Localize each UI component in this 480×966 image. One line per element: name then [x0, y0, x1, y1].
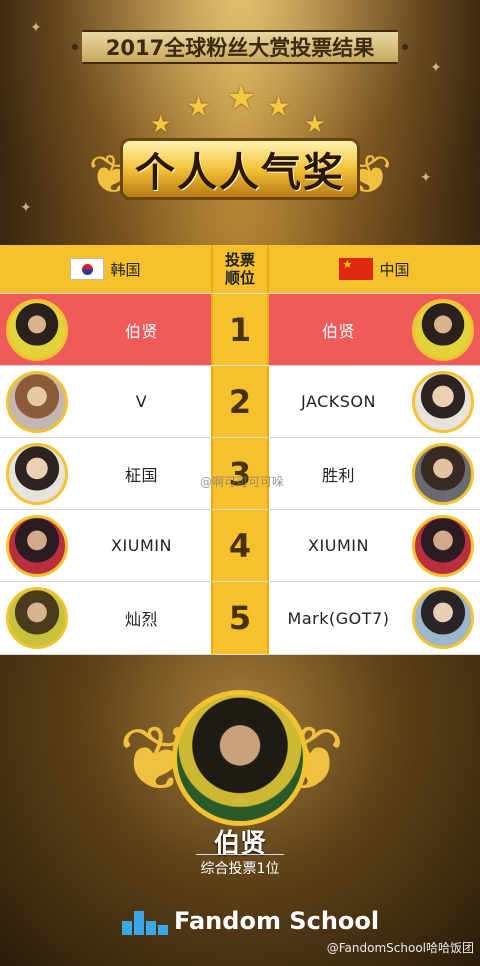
avatar: [412, 587, 474, 649]
table-row: V 2 JACKSON: [0, 365, 480, 437]
title-dot: [72, 44, 78, 50]
korea-cell: 灿烈: [0, 582, 211, 654]
header-rank: 投票 顺位: [211, 245, 269, 293]
korea-name: XIUMIN: [111, 536, 172, 555]
korea-cell: 柾国: [0, 438, 211, 509]
sparkle-icon: ✦: [430, 60, 442, 76]
award-title: 个人人气奖: [120, 138, 360, 200]
avatar: [6, 371, 68, 433]
china-flag-icon: [339, 258, 374, 280]
avatar: [412, 299, 474, 361]
credit-text: @FandomSchool哈哈饭团: [326, 941, 474, 955]
china-cell: XIUMIN: [269, 510, 480, 581]
korea-name: V: [135, 392, 148, 411]
header-china: 中国: [269, 245, 480, 293]
korea-name: 柾国: [124, 465, 158, 485]
sparkle-icon: ✦: [420, 170, 432, 186]
winner-section: ❦ ❦ 伯贤 综合投票1位 Fandom School @FandomSchoo…: [0, 655, 480, 966]
poster: ✦ ✦ ✦ ✦ 2017全球粉丝大赏投票结果 ★ ★ ★ ★ ★ ❦ ❦ 个人人…: [0, 0, 480, 966]
rank-number: 2: [211, 366, 269, 437]
star-icon: ★: [186, 90, 212, 123]
header-rank-line2: 顺位: [224, 269, 255, 287]
korea-name: 伯贤: [124, 321, 158, 341]
divider: [196, 854, 284, 855]
korea-cell: 伯贤: [0, 294, 211, 365]
header-korea: 韩国: [0, 245, 211, 293]
header-china-label: 中国: [379, 260, 410, 279]
china-cell: JACKSON: [269, 366, 480, 437]
star-icon: ★: [150, 110, 172, 138]
star-icon: ★: [226, 78, 257, 118]
page-title: 2017全球粉丝大赏投票结果: [82, 30, 398, 64]
rank-number: 1: [211, 294, 269, 365]
table-row: 灿烈 5 Mark(GOT7): [0, 581, 480, 655]
table-header: 韩国 投票 顺位 中国: [0, 245, 480, 293]
star-icon: ★: [304, 110, 326, 138]
title-dot: [402, 44, 408, 50]
rank-number: 4: [211, 510, 269, 581]
china-name: JACKSON: [301, 392, 376, 411]
china-name: 伯贤: [321, 321, 355, 341]
brand-name: Fandom School: [174, 907, 380, 935]
china-cell: 伯贤: [269, 294, 480, 365]
china-name: 胜利: [321, 465, 355, 485]
korea-name: 灿烈: [124, 610, 158, 629]
school-building-icon: [122, 907, 168, 935]
sparkle-icon: ✦: [30, 20, 42, 36]
korea-flag-icon: [70, 258, 105, 280]
avatar: [412, 515, 474, 577]
header-korea-label: 韩国: [110, 260, 141, 279]
header-rank-line1: 投票: [224, 251, 255, 269]
avatar: [6, 515, 68, 577]
korea-cell: V: [0, 366, 211, 437]
star-icon: ★: [266, 90, 292, 123]
rank-number: 5: [211, 582, 269, 654]
winner-avatar: [172, 690, 308, 826]
china-cell: 胜利: [269, 438, 480, 509]
avatar: [6, 587, 68, 649]
winner-subtitle: 综合投票1位: [200, 861, 280, 877]
avatar: [412, 371, 474, 433]
avatar: [6, 299, 68, 361]
china-cell: Mark(GOT7): [269, 582, 480, 654]
korea-cell: XIUMIN: [0, 510, 211, 581]
table-row: 伯贤 1 伯贤: [0, 293, 480, 365]
avatar: [412, 443, 474, 505]
sparkle-icon: ✦: [20, 200, 32, 216]
ranking-table: 韩国 投票 顺位 中国 伯贤 1 伯贤: [0, 245, 480, 655]
watermark-text: @啊可可可可哚: [200, 475, 285, 489]
china-name: XIUMIN: [308, 536, 369, 555]
brand-logo: Fandom School: [122, 907, 379, 935]
table-row: XIUMIN 4 XIUMIN: [0, 509, 480, 581]
avatar: [6, 443, 68, 505]
china-name: Mark(GOT7): [287, 608, 390, 628]
award-emblem: ★ ★ ★ ★ ★ ❦ ❦ 个人人气奖: [88, 78, 392, 228]
